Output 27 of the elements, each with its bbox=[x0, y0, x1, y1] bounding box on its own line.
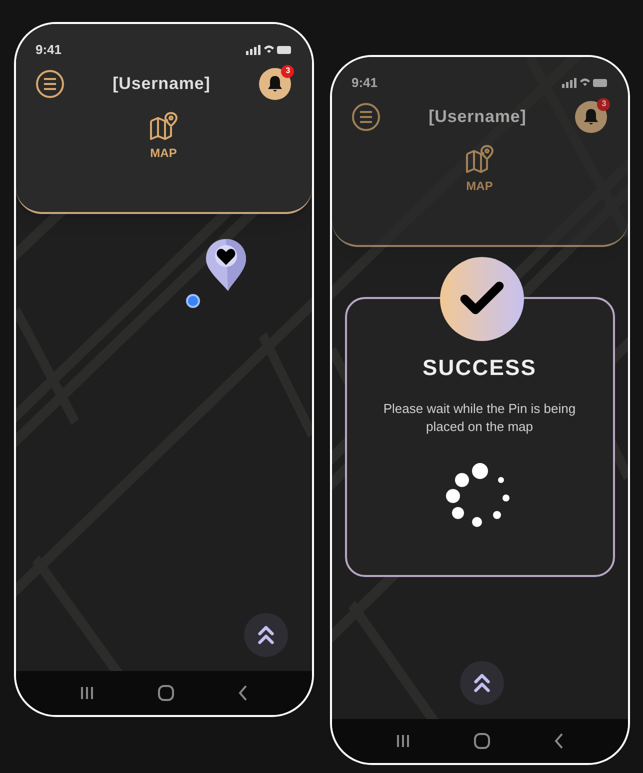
username-title: [Username] bbox=[428, 106, 526, 128]
home-icon[interactable] bbox=[474, 733, 490, 749]
notification-badge: 3 bbox=[597, 98, 610, 110]
back-icon[interactable] bbox=[554, 733, 564, 749]
status-icons bbox=[562, 77, 608, 88]
map-icon bbox=[148, 112, 178, 140]
menu-button[interactable] bbox=[36, 70, 64, 98]
dialog-message: Please wait while the Pin is being placed on the map bbox=[382, 400, 577, 436]
status-time: 9:41 bbox=[36, 41, 62, 59]
notification-button[interactable]: 3 bbox=[575, 100, 608, 132]
map-tab[interactable]: MAP bbox=[148, 112, 178, 162]
dialog-title: SUCCESS bbox=[422, 354, 537, 382]
bell-icon bbox=[583, 108, 600, 126]
notification-button[interactable]: 3 bbox=[259, 68, 292, 100]
home-icon[interactable] bbox=[158, 685, 174, 701]
map-icon bbox=[464, 144, 494, 172]
back-icon[interactable] bbox=[238, 685, 248, 701]
notification-badge: 3 bbox=[281, 64, 294, 78]
username-title: [Username] bbox=[112, 72, 210, 95]
recent-apps-icon[interactable] bbox=[396, 734, 410, 748]
map-pin-icon bbox=[206, 239, 246, 291]
recent-apps-icon[interactable] bbox=[80, 686, 94, 700]
map-tab[interactable]: MAP bbox=[464, 144, 494, 194]
status-icons bbox=[246, 44, 292, 56]
bell-icon bbox=[267, 74, 284, 92]
status-time: 9:41 bbox=[352, 74, 378, 92]
menu-button[interactable] bbox=[352, 102, 380, 130]
